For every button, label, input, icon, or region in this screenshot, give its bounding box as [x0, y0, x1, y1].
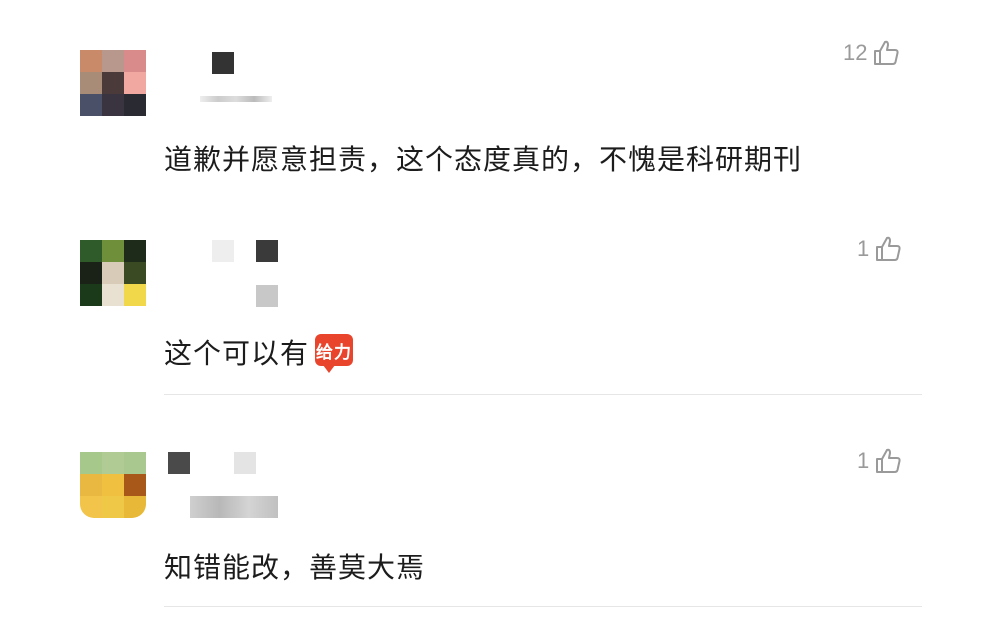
avatar-pixel — [124, 452, 146, 474]
like-button[interactable]: 1 — [857, 446, 903, 476]
avatar-pixel — [80, 452, 102, 474]
avatar[interactable] — [80, 452, 146, 518]
avatar-pixel — [124, 496, 146, 518]
thumbs-up-icon — [873, 446, 903, 476]
avatar-pixel — [102, 496, 124, 518]
username-blurred[interactable] — [168, 452, 190, 474]
username-blurred-trail — [190, 496, 278, 518]
avatar-pixel — [80, 496, 102, 518]
divider — [164, 606, 922, 607]
avatar-pixel — [102, 474, 124, 496]
avatar-pixel — [102, 452, 124, 474]
comment-item: 1 知错能改，善莫大焉 — [0, 0, 1000, 622]
username-blurred — [234, 452, 256, 474]
like-count: 1 — [857, 448, 870, 473]
comment-text: 知错能改，善莫大焉 — [164, 551, 426, 584]
avatar-pixel — [80, 474, 102, 496]
avatar-pixel — [124, 474, 146, 496]
